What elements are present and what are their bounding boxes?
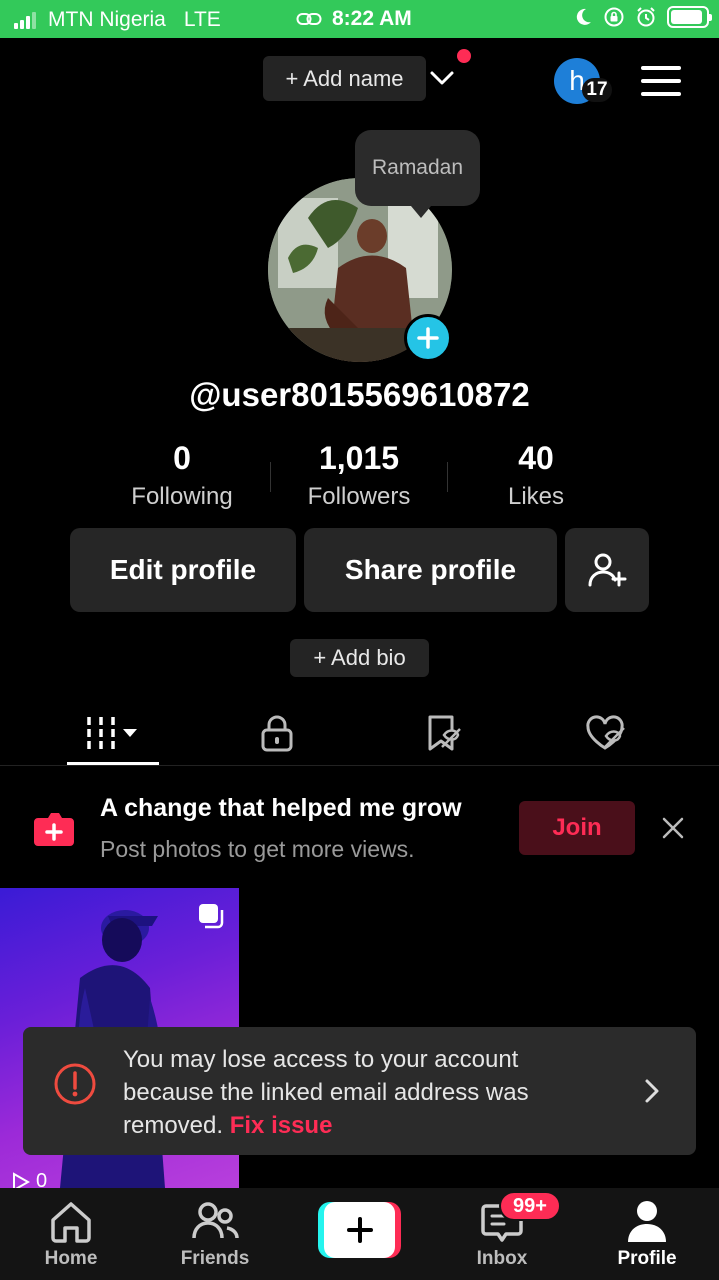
add-bio-button[interactable]: + Add bio [290, 639, 429, 677]
hamburger-menu-icon[interactable] [641, 66, 681, 96]
promo-subtitle: Post photos to get more views. [100, 836, 415, 862]
username: @user8015569610872 [189, 376, 530, 413]
stat-label: Following [131, 483, 233, 510]
link-icon [296, 13, 322, 25]
tab-videos[interactable] [67, 700, 159, 766]
add-photo-button[interactable] [404, 314, 452, 362]
stat-value: 0 [173, 440, 191, 476]
liked-icon [586, 715, 625, 750]
carrier-name: MTN Nigeria [48, 8, 166, 31]
network-type: LTE [183, 8, 221, 31]
stat-following[interactable]: 0 Following [94, 440, 270, 520]
plus-icon [417, 327, 439, 349]
create-button-face [324, 1202, 395, 1258]
active-tab-indicator [67, 762, 159, 765]
signal-icon [14, 11, 36, 29]
warning-toast[interactable]: You may lose access to your account beca… [23, 1027, 696, 1155]
join-button[interactable]: Join [519, 801, 635, 855]
nav-profile[interactable]: Profile [592, 1188, 702, 1280]
tab-private[interactable] [244, 700, 310, 766]
moon-icon [576, 8, 591, 25]
stat-value: 1,015 [318, 440, 400, 476]
stat-label: Followers [307, 483, 411, 510]
notification-dot [457, 49, 471, 63]
edit-profile-button[interactable]: Edit profile [70, 528, 296, 612]
videos-grid-icon [87, 717, 137, 749]
status-center: 8:22 AM [296, 7, 412, 31]
nav-friends-label: Friends [180, 1248, 250, 1269]
profile-stats: 0 Following 1,015 Followers 40 Likes [94, 440, 624, 520]
add-friend-button[interactable] [565, 528, 649, 612]
status-left: MTN Nigeria LTE [14, 8, 221, 32]
stat-likes[interactable]: 40 Likes [448, 440, 624, 520]
alarm-icon [637, 7, 655, 27]
share-profile-button[interactable]: Share profile [304, 528, 557, 612]
nav-inbox-label: Inbox [476, 1248, 528, 1269]
promo-title: A change that helped me grow [100, 794, 462, 822]
stat-followers[interactable]: 1,015 Followers [271, 440, 447, 520]
chevron-down-icon[interactable] [428, 64, 456, 92]
add-user-icon [588, 553, 627, 587]
profile-icon [628, 1201, 666, 1242]
plus-icon [346, 1217, 373, 1243]
battery-icon [667, 6, 712, 28]
nav-home[interactable]: Home [16, 1188, 126, 1280]
profile-tabs [0, 700, 719, 766]
alert-icon [54, 1063, 96, 1105]
multi-photo-icon [199, 904, 224, 929]
status-bar: MTN Nigeria LTE 8:22 AM [0, 0, 719, 38]
private-lock-icon [261, 715, 293, 752]
add-post-icon [34, 813, 74, 846]
friends-icon [192, 1202, 239, 1239]
create-button[interactable] [318, 1202, 401, 1258]
tab-saved[interactable] [410, 700, 476, 766]
nav-profile-label: Profile [617, 1248, 677, 1269]
ramadan-tooltip[interactable]: Ramadan [355, 130, 480, 218]
nav-home-label: Home [44, 1248, 98, 1269]
inbox-badge: 99+ [499, 1191, 561, 1221]
nav-friends[interactable]: Friends [160, 1188, 270, 1280]
stat-value: 40 [518, 440, 554, 476]
saved-icon [428, 715, 461, 751]
stat-label: Likes [507, 483, 565, 510]
toast-message: You may lose access to your account beca… [123, 1043, 603, 1142]
rotation-lock-icon [604, 7, 624, 27]
tab-liked[interactable] [572, 700, 638, 766]
bottom-navigation: Home Friends Inbox Profile [0, 1188, 719, 1280]
battery-level [671, 10, 702, 24]
add-name-button[interactable]: + Add name [263, 56, 426, 101]
close-icon[interactable] [660, 815, 686, 841]
fix-issue-link[interactable]: Fix issue [230, 1112, 333, 1139]
status-time: 8:22 AM [332, 7, 412, 30]
profile-screen: MTN Nigeria LTE 8:22 AM + Add name h 17 … [0, 0, 719, 1280]
chevron-right-icon[interactable] [641, 1077, 663, 1105]
home-icon [51, 1202, 91, 1243]
status-right [573, 6, 712, 28]
account-badge-count: 17 [582, 78, 612, 102]
